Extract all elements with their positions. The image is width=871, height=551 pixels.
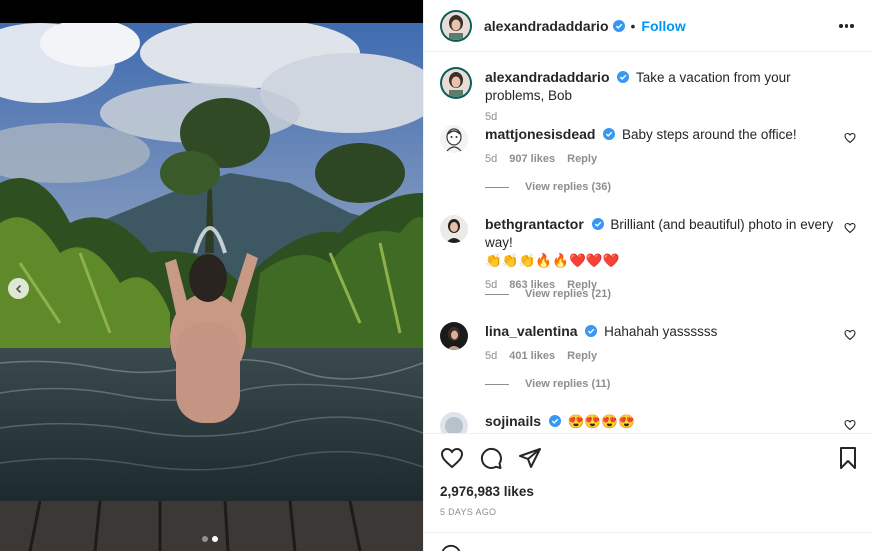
reply-button[interactable]: Reply bbox=[567, 150, 597, 168]
comment-username[interactable]: alexandradaddario bbox=[485, 69, 610, 85]
verified-badge-icon bbox=[617, 71, 630, 83]
verified-badge-icon bbox=[591, 218, 604, 230]
view-replies-label[interactable]: View replies (11) bbox=[525, 378, 610, 390]
post-photo-panel bbox=[0, 0, 423, 551]
avatar[interactable] bbox=[440, 412, 468, 433]
comment-likes[interactable]: 907 likes bbox=[509, 150, 555, 168]
comment-likes[interactable]: 401 likes bbox=[509, 347, 555, 365]
comments-list[interactable]: alexandradaddario Take a vacation from y… bbox=[424, 53, 871, 433]
comment-text: 😍😍😍😍 bbox=[567, 414, 635, 429]
post-timestamp[interactable]: 5 DAYS AGO bbox=[440, 507, 496, 517]
comment-text: Baby steps around the office! bbox=[622, 127, 797, 142]
follow-button[interactable]: Follow bbox=[641, 18, 685, 34]
emoji-icon[interactable] bbox=[440, 544, 462, 551]
reply-button[interactable]: Reply bbox=[567, 347, 597, 365]
share-icon[interactable] bbox=[518, 446, 542, 470]
post-side-panel: alexandradaddario • Follow alexandradadd… bbox=[423, 0, 871, 551]
comment-text: Hahahah yassssss bbox=[604, 324, 718, 339]
chevron-left-icon bbox=[15, 284, 21, 293]
comment-icon[interactable] bbox=[479, 446, 503, 470]
heart-icon[interactable] bbox=[440, 446, 464, 470]
author-username[interactable]: alexandradaddario bbox=[484, 18, 609, 34]
comment-username[interactable]: bethgrantactor bbox=[485, 216, 584, 232]
divider bbox=[424, 532, 871, 533]
bookmark-icon[interactable] bbox=[836, 446, 860, 470]
carousel-dot-active bbox=[212, 536, 218, 542]
comment-time[interactable]: 5d bbox=[485, 150, 497, 168]
carousel-prev-button[interactable] bbox=[8, 278, 29, 299]
avatar[interactable] bbox=[440, 322, 468, 350]
likes-count[interactable]: 2,976,983 likes bbox=[440, 484, 534, 499]
view-replies-button[interactable]: View replies (21) bbox=[485, 288, 611, 300]
verified-badge-icon bbox=[548, 415, 561, 427]
more-options-icon[interactable] bbox=[839, 17, 855, 35]
comment-username[interactable]: mattjonesisdead bbox=[485, 126, 595, 142]
post-actions: 2,976,983 likes 5 DAYS AGO bbox=[424, 433, 871, 551]
comment-username[interactable]: lina_valentina bbox=[485, 323, 578, 339]
view-replies-label[interactable]: View replies (36) bbox=[525, 181, 611, 193]
verified-badge-icon bbox=[585, 325, 598, 337]
comment-time[interactable]: 5d bbox=[485, 108, 497, 126]
heart-icon[interactable] bbox=[844, 131, 856, 144]
author-avatar[interactable] bbox=[440, 9, 472, 42]
view-replies-label[interactable]: View replies (21) bbox=[525, 288, 611, 300]
verified-badge-icon bbox=[603, 128, 616, 140]
view-replies-button[interactable]: View replies (36) bbox=[485, 181, 611, 193]
avatar[interactable] bbox=[440, 215, 468, 243]
comment-username[interactable]: sojinails bbox=[485, 413, 541, 429]
heart-icon[interactable] bbox=[844, 221, 856, 234]
carousel-indicator bbox=[202, 536, 218, 542]
heart-icon[interactable] bbox=[844, 418, 856, 431]
view-replies-button[interactable]: View replies (11) bbox=[485, 378, 610, 390]
separator-dot: • bbox=[630, 17, 636, 34]
avatar[interactable] bbox=[440, 67, 472, 99]
carousel-dot bbox=[202, 536, 208, 542]
avatar[interactable] bbox=[440, 125, 468, 153]
verified-badge-icon bbox=[612, 19, 625, 32]
comment-time[interactable]: 5d bbox=[485, 347, 497, 365]
comment-text-emojis: 👏👏👏🔥🔥❤️❤️❤️ bbox=[485, 253, 620, 268]
post-photo bbox=[0, 23, 423, 551]
heart-icon[interactable] bbox=[844, 328, 856, 341]
post-header: alexandradaddario • Follow bbox=[424, 0, 871, 52]
